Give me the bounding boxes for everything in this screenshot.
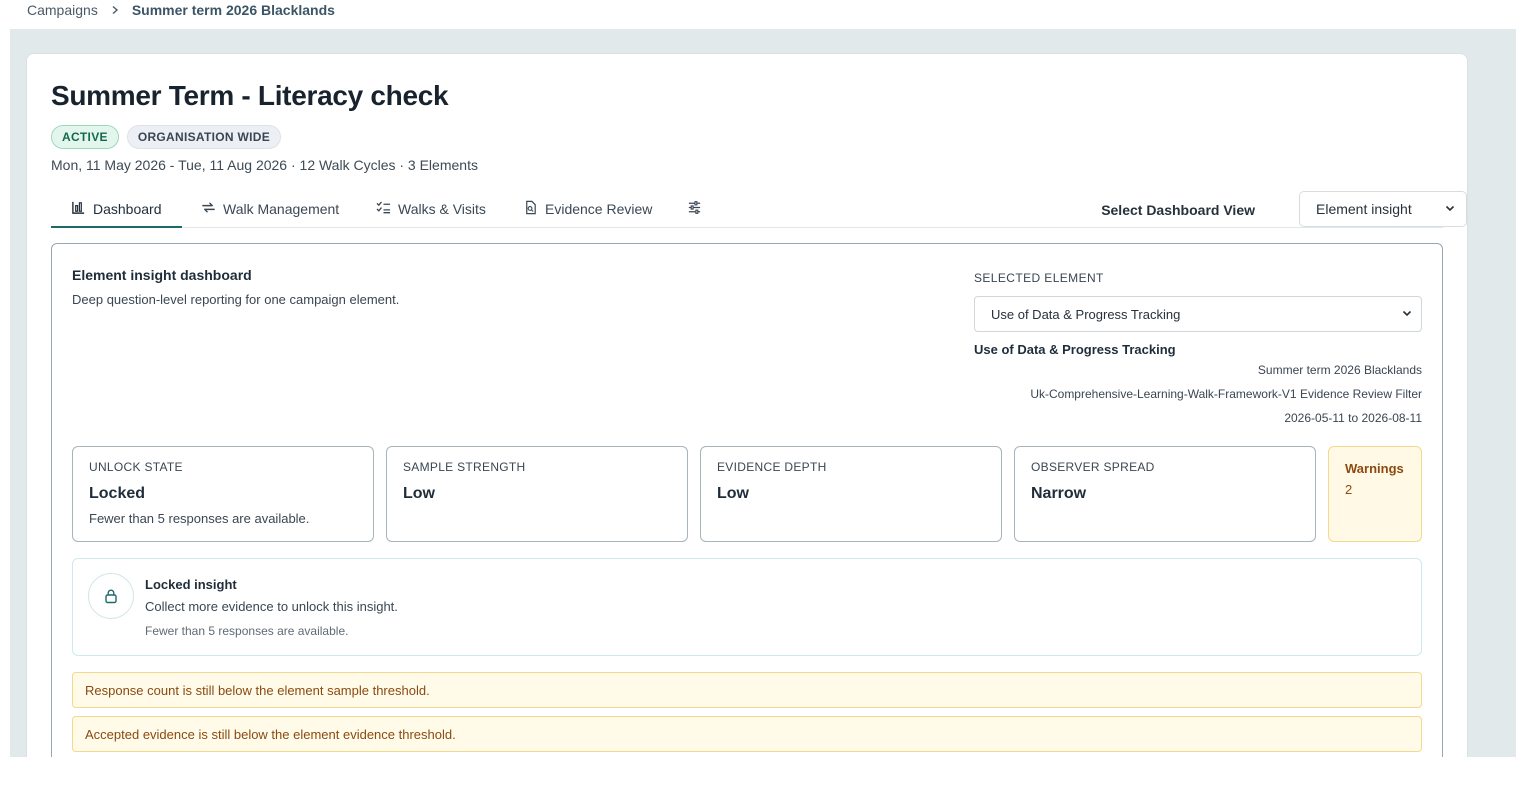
element-date-range: 2026-05-11 to 2026-08-11 xyxy=(1284,411,1422,425)
stat-label: EVIDENCE DEPTH xyxy=(717,460,827,474)
stat-value: Locked xyxy=(89,485,146,502)
selected-element-value: Use of Data & Progress Tracking xyxy=(991,306,1181,322)
lock-icon xyxy=(88,573,134,619)
stat-value: Low xyxy=(403,485,435,502)
stat-note: Fewer than 5 responses are available. xyxy=(89,511,310,526)
selected-element-select[interactable]: Use of Data & Progress Tracking xyxy=(974,296,1422,332)
warnings-count: 2 xyxy=(1345,482,1353,497)
stat-card-unlock-state: UNLOCK STATE Locked Fewer than 5 respons… xyxy=(72,446,374,542)
breadcrumb-current: Summer term 2026 Blacklands xyxy=(131,2,335,18)
sliders-icon xyxy=(687,200,702,218)
checklist-icon xyxy=(376,200,391,218)
alert-sample-threshold: Response count is still below the elemen… xyxy=(72,672,1422,708)
tab-dashboard[interactable]: Dashboard xyxy=(51,191,182,228)
stat-label: SAMPLE STRENGTH xyxy=(403,460,526,474)
chevron-right-icon xyxy=(110,5,120,15)
tab-walk-management[interactable]: Walk Management xyxy=(201,191,339,227)
element-campaign-name: Summer term 2026 Blacklands xyxy=(1257,363,1422,377)
scope-badge: ORGANISATION WIDE xyxy=(126,125,282,149)
locked-insight-subtitle: Collect more evidence to unlock this ins… xyxy=(145,599,398,614)
stat-card-sample-strength: SAMPLE STRENGTH Low xyxy=(386,446,688,542)
stat-card-observer-spread: OBSERVER SPREAD Narrow xyxy=(1014,446,1316,542)
stat-value: Narrow xyxy=(1031,485,1087,502)
repeat-arrows-icon xyxy=(201,200,216,218)
tab-label: Dashboard xyxy=(93,200,162,217)
locked-insight-card: Locked insight Collect more evidence to … xyxy=(72,558,1422,656)
page-canvas: Summer Term - Literacy check ACTIVE ORGA… xyxy=(10,29,1516,757)
tab-bar: Dashboard Walk Management Walks & Visits… xyxy=(51,191,1467,228)
panel-subtitle: Deep question-level reporting for one ca… xyxy=(72,292,400,307)
dashboard-view-label: Select Dashboard View xyxy=(1101,202,1255,218)
chevron-down-icon xyxy=(1401,307,1413,322)
locked-insight-note: Fewer than 5 responses are available. xyxy=(145,624,349,638)
panel-title: Element insight dashboard xyxy=(72,267,252,283)
status-badge: ACTIVE xyxy=(51,125,119,149)
dashboard-view-select[interactable]: Element insight xyxy=(1299,191,1467,227)
bar-chart-icon xyxy=(71,200,86,218)
selected-element-label: SELECTED ELEMENT xyxy=(974,271,1104,285)
stat-value: Low xyxy=(717,485,749,502)
file-search-icon xyxy=(523,200,538,218)
campaign-badges: ACTIVE ORGANISATION WIDE xyxy=(51,125,282,149)
element-insight-panel: Element insight dashboard Deep question-… xyxy=(51,243,1443,757)
chevron-down-icon xyxy=(1444,201,1456,217)
tab-label: Evidence Review xyxy=(545,201,653,217)
campaign-card: Summer Term - Literacy check ACTIVE ORGA… xyxy=(26,53,1468,757)
breadcrumb: Campaigns Summer term 2026 Blacklands xyxy=(27,0,335,20)
stat-label: OBSERVER SPREAD xyxy=(1031,460,1155,474)
tab-filters[interactable] xyxy=(687,191,702,227)
campaign-meta: Mon, 11 May 2026 - Tue, 11 Aug 2026 · 12… xyxy=(51,157,478,173)
tab-label: Walks & Visits xyxy=(398,201,486,217)
tab-label: Walk Management xyxy=(223,201,340,217)
element-name: Use of Data & Progress Tracking xyxy=(974,342,1176,357)
tab-walks-visits[interactable]: Walks & Visits xyxy=(376,191,486,227)
page-title: Summer Term - Literacy check xyxy=(51,80,449,111)
stat-label: UNLOCK STATE xyxy=(89,460,183,474)
alert-evidence-threshold: Accepted evidence is still below the ele… xyxy=(72,716,1422,752)
breadcrumb-campaigns-link[interactable]: Campaigns xyxy=(27,2,98,18)
element-framework: Uk-Comprehensive-Learning-Walk-Framework… xyxy=(1030,387,1422,401)
warnings-title: Warnings xyxy=(1345,461,1404,476)
dashboard-view-value: Element insight xyxy=(1316,201,1412,217)
warnings-card: Warnings 2 xyxy=(1328,446,1422,542)
stat-card-evidence-depth: EVIDENCE DEPTH Low xyxy=(700,446,1002,542)
tab-evidence-review[interactable]: Evidence Review xyxy=(523,191,652,227)
locked-insight-title: Locked insight xyxy=(145,577,237,592)
